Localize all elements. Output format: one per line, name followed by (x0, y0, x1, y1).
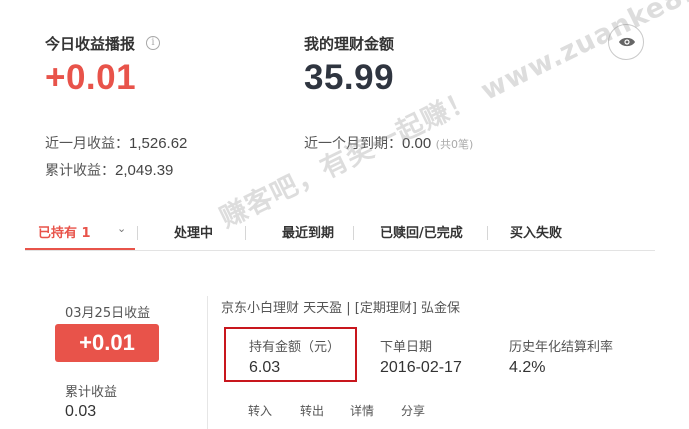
highlight-annotation (224, 327, 357, 382)
assets-title: 我的理财金额 (304, 35, 395, 53)
tab-holding[interactable]: 已持有 1 (38, 222, 91, 241)
tab-due-soon[interactable]: 最近到期 (282, 222, 334, 241)
order-date-label: 下单日期 (380, 340, 433, 355)
holding-total-value: 0.03 (65, 403, 97, 420)
card-divider (207, 296, 208, 429)
active-tab-indicator (25, 248, 135, 250)
assets-value: 35.99 (304, 58, 395, 97)
month-income-label: 近一月收益： (45, 136, 129, 152)
today-income-value: +0.01 (45, 58, 137, 97)
rate-label: 历史年化结算利率 (509, 340, 614, 355)
info-icon[interactable]: i (146, 36, 160, 50)
tab-divider (487, 226, 488, 240)
month-income-value: 1,526.62 (129, 135, 188, 152)
holding-total-label: 累计收益 (65, 385, 118, 400)
due-count: (共0笔) (435, 138, 474, 151)
total-income-value: 2,049.39 (115, 162, 174, 179)
day-income-date: 03月25日收益 (65, 306, 151, 321)
tab-divider (245, 226, 246, 240)
tab-redeemed[interactable]: 已赎回/已完成 (380, 222, 463, 241)
tab-divider (353, 226, 354, 240)
tab-processing[interactable]: 处理中 (174, 222, 213, 241)
month-income: 近一月收益：1,526.62 (45, 133, 187, 153)
order-date-value: 2016-02-17 (380, 359, 462, 376)
share-link[interactable]: 分享 (401, 402, 425, 419)
tab-divider (137, 226, 138, 240)
transfer-in-link[interactable]: 转入 (248, 402, 272, 419)
chevron-down-icon[interactable]: ⌄ (117, 222, 126, 235)
day-income-badge: +0.01 (55, 324, 159, 362)
product-name[interactable]: 京东小白理财 天天盈 | [定期理财] 弘金保 (221, 297, 460, 316)
today-income-title: 今日收益播报 (45, 35, 136, 53)
tab-bar-divider (25, 250, 655, 251)
total-income: 累计收益：2,049.39 (45, 160, 173, 180)
details-link[interactable]: 详情 (350, 402, 374, 419)
total-income-label: 累计收益： (45, 163, 115, 179)
watermark: 赚客吧，有奖一起赚！ www.zuanke8.com (215, 0, 689, 235)
rate-value: 4.2% (509, 359, 546, 376)
tab-failed[interactable]: 买入失败 (510, 222, 562, 241)
transfer-out-link[interactable]: 转出 (300, 402, 324, 419)
